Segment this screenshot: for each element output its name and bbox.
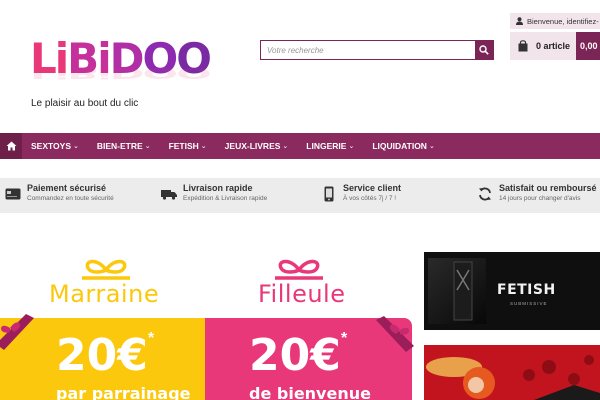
account-label: Bienvenue, identifiez- — [527, 16, 599, 26]
fetish-title: FETISH — [497, 282, 556, 298]
refresh-icon — [476, 185, 494, 203]
search-bar — [260, 40, 494, 60]
nav-item-fetish[interactable]: FETISH ⌄ — [160, 141, 216, 151]
page: L i B i D O O LiBiDOO Le plaisir au bout… — [0, 0, 600, 400]
cart-button[interactable]: 0 article — [510, 32, 576, 60]
sponsorship-banner[interactable]: Marraine Filleule 20€ * par parrainage 2… — [0, 250, 414, 400]
chevron-down-icon: ⌄ — [144, 143, 151, 150]
reassurance-subtitle: À vos côtés 7j / 7 ! — [343, 195, 397, 202]
cart-count: 0 article — [536, 41, 571, 51]
reassurance-delivery: Livraison rapide Expédition & Livraison … — [160, 183, 267, 204]
promo-star-right: * — [341, 330, 348, 347]
cart-total[interactable]: 0,00 — [576, 32, 600, 60]
fetish-banner[interactable]: FETISH SUBMISSIVE — [424, 252, 600, 330]
nav-item-liquidation[interactable]: LIQUIDATION ⌄ — [363, 141, 444, 151]
promo-subtitle-right: de bienvenue — [249, 384, 371, 400]
nav-home[interactable] — [0, 133, 22, 159]
search-input[interactable] — [261, 41, 475, 59]
search-button[interactable] — [475, 41, 493, 59]
ribbon-icon — [376, 316, 414, 352]
chevron-down-icon: ⌄ — [73, 143, 79, 150]
reassurance-subtitle: 14 jours pour changer d'avis — [499, 195, 581, 202]
promo-panel-left: 20€ * par parrainage — [0, 314, 205, 400]
reassurance-title: Livraison rapide — [183, 183, 253, 193]
nav-item-label: LIQUIDATION — [372, 141, 427, 151]
model-illustration — [424, 345, 600, 400]
chevron-down-icon: ⌄ — [282, 143, 289, 150]
nav-item-bien-etre[interactable]: BIEN-ETRE ⌄ — [88, 141, 160, 151]
chevron-down-icon: ⌄ — [348, 143, 355, 150]
reassurance-service: Service client À vos côtés 7j / 7 ! — [320, 183, 401, 204]
reassurance-bar: Paiement sécurisé Commandez en toute séc… — [0, 178, 600, 213]
reassurance-refund: Satisfait ou remboursé 14 jours pour cha… — [476, 183, 597, 204]
credit-card-icon — [4, 185, 22, 203]
reassurance-subtitle: Commandez en toute sécurité — [27, 195, 114, 202]
tagline: Le plaisir au bout du clic — [31, 98, 139, 109]
reassurance-title: Service client — [343, 183, 402, 193]
promo-panel-right: 20€ * de bienvenue — [205, 316, 414, 400]
nav-item-label: LINGERIE — [306, 141, 347, 151]
gift-bow-icon — [82, 259, 130, 280]
ribbon-icon — [0, 314, 34, 350]
product-box-icon — [453, 261, 473, 321]
account-link[interactable]: Bienvenue, identifiez- — [510, 13, 600, 29]
chevron-down-icon: ⌄ — [428, 143, 435, 150]
nav-item-label: FETISH — [168, 141, 199, 151]
promo-star-left: * — [148, 330, 155, 347]
promo-label-right: Filleule — [258, 280, 346, 308]
truck-icon — [160, 185, 178, 203]
shopping-bag-icon — [518, 40, 528, 52]
promo-amount-left: 20€ — [56, 330, 148, 381]
search-icon — [479, 45, 489, 55]
promo-label-left: Marraine — [49, 280, 160, 308]
nav-item-jeux-livres[interactable]: JEUX-LIVRES ⌄ — [216, 141, 298, 151]
home-icon — [6, 141, 16, 151]
user-icon — [516, 17, 523, 25]
logo-reflection: LiBiDOO — [30, 64, 210, 82]
nav-item-lingerie[interactable]: LINGERIE ⌄ — [297, 141, 363, 151]
phone-icon — [320, 185, 338, 203]
reassurance-title: Satisfait ou remboursé — [499, 183, 597, 193]
promo-subtitle-left: par parrainage — [56, 384, 191, 400]
reassurance-subtitle: Expédition & Livraison rapide — [183, 195, 268, 202]
promo-amount-right: 20€ — [249, 330, 341, 381]
nav-item-sextoys[interactable]: SEXTOYS ⌄ — [22, 141, 88, 151]
main-nav: SEXTOYS ⌄ BIEN-ETRE ⌄ FETISH ⌄ JEUX-LIVRES ⌄… — [0, 133, 600, 159]
nav-item-label: BIEN-ETRE — [96, 141, 143, 151]
reassurance-payment: Paiement sécurisé Commandez en toute séc… — [4, 183, 114, 204]
chevron-down-icon: ⌄ — [200, 143, 207, 150]
reassurance-title: Paiement sécurisé — [27, 183, 107, 193]
fetish-subtitle: SUBMISSIVE — [510, 301, 548, 306]
gift-bow-icon — [275, 259, 323, 280]
nav-item-label: SEXTOYS — [31, 141, 71, 151]
nav-item-label: JEUX-LIVRES — [224, 141, 281, 151]
lingerie-banner[interactable] — [424, 345, 600, 400]
